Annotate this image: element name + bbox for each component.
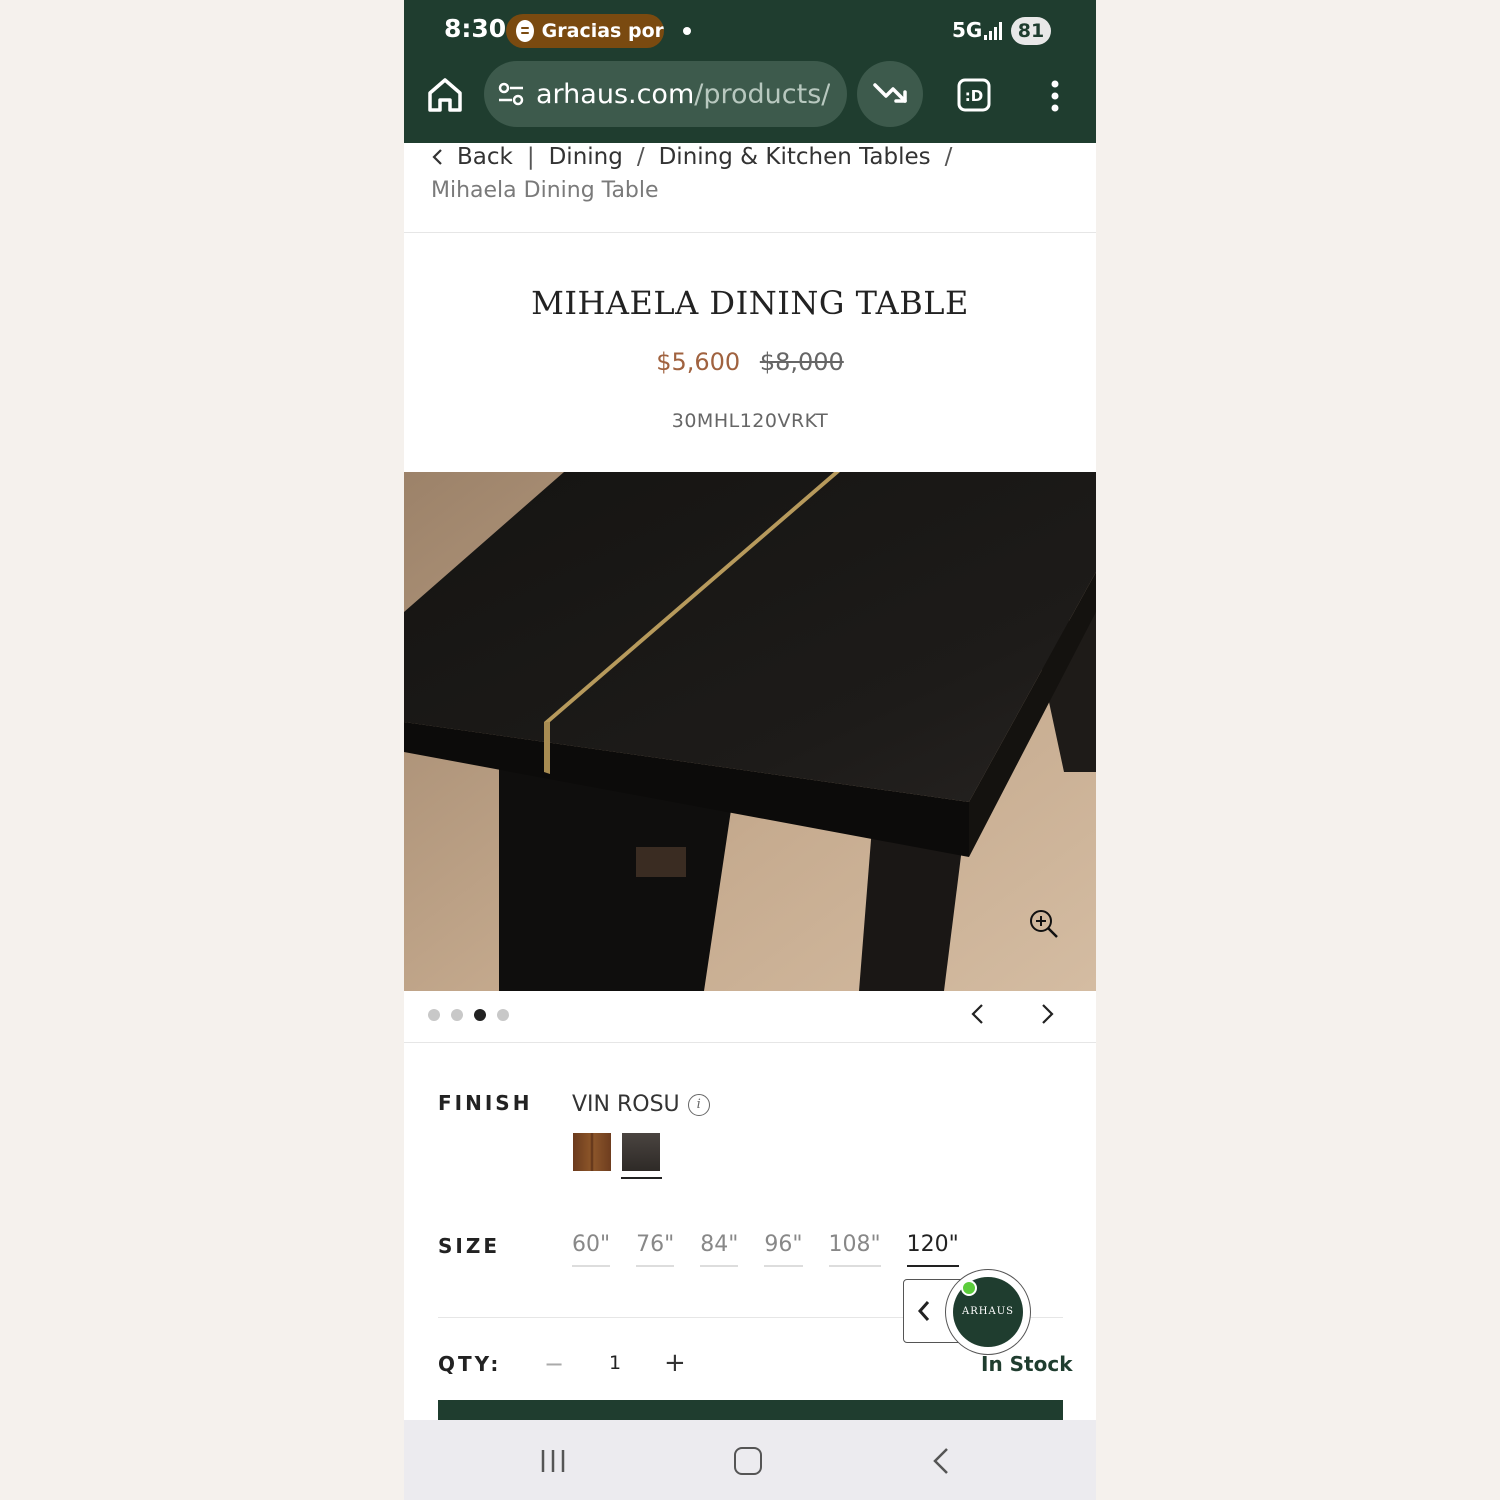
battery-indicator: 81	[1011, 17, 1051, 45]
breadcrumb-separator: /	[636, 144, 645, 170]
nav-home-icon[interactable]	[734, 1447, 762, 1475]
site-settings-icon[interactable]	[496, 79, 526, 109]
stock-status: In Stock	[981, 1352, 1073, 1376]
size-option[interactable]: 120"	[906, 1232, 959, 1267]
finish-value: VIN ROSU i	[572, 1092, 710, 1117]
gallery-dot[interactable]	[428, 1009, 440, 1021]
breadcrumb-current: Mihaela Dining Table	[431, 178, 659, 203]
chevron-right-icon[interactable]	[1035, 1000, 1059, 1028]
status-time: 8:30	[444, 14, 507, 43]
breadcrumb-back-link[interactable]: Back	[457, 140, 513, 174]
size-option[interactable]: 84"	[700, 1232, 739, 1267]
price-tracking-button[interactable]	[857, 61, 923, 127]
qty-increase-button[interactable]: +	[664, 1348, 686, 1378]
gallery-dot[interactable]	[474, 1009, 486, 1021]
size-option[interactable]: 60"	[572, 1232, 611, 1267]
original-price: $8,000	[759, 348, 844, 376]
phone-screen: 8:30 Gracias por 5G 81 arhaus.com/produc…	[404, 0, 1096, 1500]
online-status-icon	[961, 1280, 977, 1296]
gallery-dot[interactable]	[497, 1009, 509, 1021]
system-nav-bar	[404, 1420, 1096, 1500]
add-to-cart-button[interactable]	[438, 1400, 1063, 1420]
media-notification-text: Gracias por	[541, 20, 664, 42]
product-sku: 30MHL120VRKT	[671, 410, 829, 432]
breadcrumb-dining-link[interactable]: Dining	[549, 140, 623, 174]
breadcrumb: Back | Dining / Dining & Kitchen Tables …	[431, 140, 1071, 208]
qty-value[interactable]: 1	[609, 1352, 621, 1374]
chat-launcher[interactable]: ARHAUS	[945, 1269, 1031, 1355]
url-path: /products/	[694, 78, 831, 110]
url-bar[interactable]: arhaus.com/products/	[484, 61, 847, 127]
divider	[404, 232, 1096, 233]
table-photo	[404, 472, 1096, 991]
size-label: SIZE	[438, 1234, 501, 1258]
size-option[interactable]: 96"	[764, 1232, 803, 1267]
tab-switcher-icon[interactable]: :D	[956, 77, 992, 113]
breadcrumb-tables-link[interactable]: Dining & Kitchen Tables	[659, 140, 931, 174]
qty-decrease-button[interactable]: −	[544, 1350, 564, 1378]
sale-price: $5,600	[656, 348, 741, 376]
nav-back-icon[interactable]	[930, 1446, 952, 1476]
finish-label: FINISH	[438, 1091, 533, 1115]
overflow-menu-icon[interactable]	[1040, 78, 1070, 114]
breadcrumb-separator: |	[526, 144, 535, 170]
selected-swatch-indicator	[621, 1177, 662, 1179]
media-notification-pill[interactable]: Gracias por	[506, 14, 664, 48]
network-type: 5G	[952, 18, 983, 42]
chevron-left-icon[interactable]	[431, 147, 445, 167]
signal-icon	[984, 20, 1006, 40]
product-title: MIHAELA DINING TABLE	[531, 284, 969, 322]
svg-text::D: :D	[965, 87, 983, 105]
notification-dot-icon	[683, 27, 691, 35]
product-image[interactable]	[404, 472, 1096, 991]
gallery-dot[interactable]	[451, 1009, 463, 1021]
size-options: 60" 76" 84" 96" 108" 120"	[572, 1232, 959, 1267]
url-text: arhaus.com/products/	[536, 79, 830, 110]
info-icon[interactable]: i	[687, 1093, 710, 1116]
size-option[interactable]: 76"	[636, 1232, 675, 1267]
breadcrumb-separator: /	[944, 144, 953, 170]
price-row: $5,600 $8,000	[404, 348, 1096, 376]
finish-swatch-vin-rosu[interactable]	[622, 1133, 660, 1171]
trending-down-icon	[873, 83, 907, 103]
finish-name: VIN ROSU	[572, 1092, 680, 1117]
home-icon[interactable]	[424, 74, 466, 116]
spotify-icon	[516, 20, 534, 42]
url-domain: arhaus.com	[536, 78, 695, 110]
zoom-in-icon[interactable]	[1028, 908, 1060, 940]
size-option[interactable]: 108"	[828, 1232, 881, 1267]
divider	[404, 1042, 1096, 1043]
chevron-left-icon[interactable]	[966, 1000, 990, 1028]
browser-top-bar: 8:30 Gracias por 5G 81 arhaus.com/produc…	[404, 0, 1096, 143]
chevron-left-icon	[917, 1301, 930, 1321]
recent-apps-icon[interactable]	[538, 1448, 568, 1474]
gallery-pagination	[428, 1009, 509, 1021]
finish-swatch-walnut[interactable]	[573, 1133, 611, 1171]
qty-label: QTY:	[438, 1352, 502, 1376]
